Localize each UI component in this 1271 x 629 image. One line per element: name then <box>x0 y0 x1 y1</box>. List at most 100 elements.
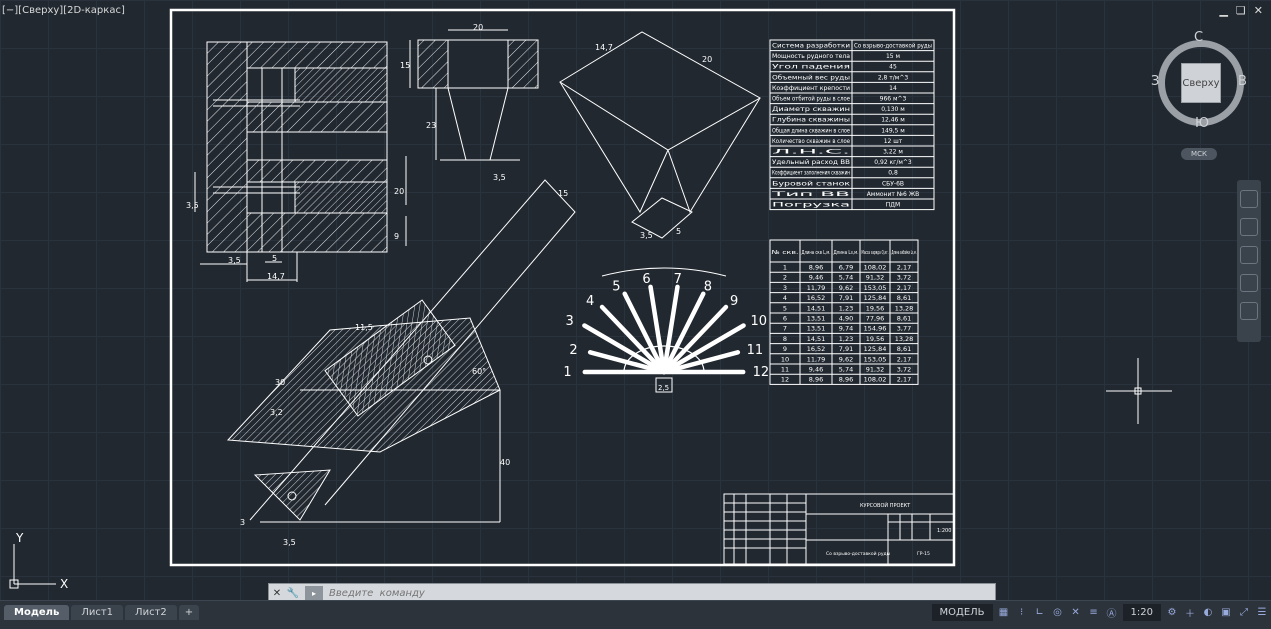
viewcube[interactable]: Сверху С Ю З В <box>1148 30 1252 134</box>
plus-icon[interactable]: ＋ <box>1183 606 1197 620</box>
wells-cell: 7 <box>783 325 787 333</box>
wells-cell: 8,61 <box>897 345 911 353</box>
wells-cell: 2,17 <box>897 284 911 292</box>
showmotion-icon[interactable] <box>1240 302 1258 320</box>
wells-cell: 5,74 <box>839 274 853 282</box>
dim-label: 3,5 <box>493 173 506 182</box>
wells-cell: 3,72 <box>897 366 911 374</box>
title-scale: 1:200 <box>937 528 951 534</box>
title-project: КУРСОВОЙ ПРОЕКТ <box>860 502 911 509</box>
pan-icon[interactable] <box>1240 218 1258 236</box>
isolate-icon[interactable]: ◐ <box>1201 606 1215 620</box>
add-layout-icon[interactable]: + <box>178 605 200 620</box>
compass-south[interactable]: Ю <box>1195 116 1209 131</box>
dim-label: 5 <box>272 254 277 263</box>
wells-cell: 125,84 <box>864 294 887 302</box>
wells-cell: 3,72 <box>897 274 911 282</box>
wells-cell: 13,28 <box>895 304 914 312</box>
lineweight-icon[interactable]: ≡ <box>1087 606 1101 620</box>
dim-label: 60° <box>472 367 486 376</box>
tab-sheet1[interactable]: Лист1 <box>71 605 124 620</box>
annotation-scale[interactable]: 1:20 <box>1122 604 1161 621</box>
param-value: 3,22 м <box>883 149 903 156</box>
param-value: 149,5 м <box>881 127 905 134</box>
wells-cell: 1,23 <box>839 335 853 343</box>
param-value: 2,8 т/м^3 <box>878 74 909 81</box>
grid-icon[interactable]: ▦ <box>997 606 1011 620</box>
gear-icon[interactable]: ⚙ <box>1165 606 1179 620</box>
compass-east[interactable]: В <box>1238 74 1247 89</box>
param-value: 0,130 м <box>881 106 905 113</box>
blasthole-number: 5 <box>612 279 620 294</box>
wells-cell: 14,51 <box>807 335 826 343</box>
title-description: Со взрыво-доставкой руды <box>826 550 891 557</box>
param-value: 12,46 м <box>881 117 905 124</box>
wells-cell: 1 <box>783 264 787 272</box>
dim-label: 3,5 <box>228 256 241 265</box>
wells-cell: 16,52 <box>807 294 826 302</box>
status-bar: Модель Лист1 Лист2 + МОДЕЛЬ ▦ ⁝ ∟ ◎ ✕ ≡ … <box>0 600 1271 629</box>
blasthole-number: 12 <box>753 365 770 380</box>
annotation-icon[interactable]: Ⓐ <box>1105 606 1119 620</box>
title-group: ГР-15 <box>917 551 930 557</box>
wells-cell: 11,79 <box>807 284 826 292</box>
polar-icon[interactable]: ◎ <box>1051 606 1065 620</box>
dim-label: 40 <box>500 458 510 467</box>
dim-label: 3 <box>240 518 245 527</box>
viewcube-face-top[interactable]: Сверху <box>1181 63 1221 103</box>
wells-cell: 13,28 <box>895 335 914 343</box>
layout-tabs: Модель Лист1 Лист2 + <box>4 605 200 620</box>
param-value: 45 <box>889 64 897 71</box>
snap-icon[interactable]: ⁝ <box>1015 606 1029 620</box>
command-settings-icon[interactable]: 🔧 <box>285 585 301 601</box>
command-input[interactable] <box>327 586 931 600</box>
wells-cell: 6 <box>783 315 787 323</box>
param-value: Аммонит №6 ЖВ <box>867 191 920 198</box>
wells-cell: 9,74 <box>839 325 853 333</box>
wells-cell: 2 <box>783 274 787 282</box>
navigation-bar <box>1237 180 1261 342</box>
wells-cell: 9,46 <box>809 274 823 282</box>
dim-label: 23 <box>426 121 436 130</box>
command-prompt-icon[interactable]: ▸ <box>305 586 323 600</box>
ortho-icon[interactable]: ∟ <box>1033 606 1047 620</box>
dim-label: 20 <box>394 187 404 196</box>
ucs-menu-button[interactable]: МСК <box>1181 148 1217 160</box>
param-value: 966 м^3 <box>880 96 907 103</box>
param-name: Объемный вес руды <box>772 74 850 81</box>
dim-label: 3,5 <box>283 538 296 547</box>
osnap-icon[interactable]: ✕ <box>1069 606 1083 620</box>
blasthole-number: 4 <box>586 294 594 309</box>
tab-model[interactable]: Модель <box>4 605 70 620</box>
fullscreen-icon[interactable]: ⤢ <box>1237 606 1251 620</box>
param-value: 0,8 <box>888 170 898 177</box>
plan-view: 20 9 3,5 3,5 5 14,7 <box>186 41 407 282</box>
dim-label: 3,2 <box>270 408 283 417</box>
dim-label: 14,7 <box>267 272 285 281</box>
ucs-x-label: X <box>60 577 68 590</box>
wells-cell: 9,62 <box>839 284 853 292</box>
wells-cell: 4 <box>783 294 787 302</box>
wells-cell: 2,17 <box>897 376 911 384</box>
wells-cell: 19,56 <box>866 304 885 312</box>
model-space-toggle[interactable]: МОДЕЛЬ <box>931 604 993 621</box>
wells-cell: 91,32 <box>866 366 885 374</box>
param-name: Общая длина скважин в слое <box>772 127 850 134</box>
customize-icon[interactable]: ☰ <box>1255 606 1269 620</box>
orbit-icon[interactable] <box>1240 274 1258 292</box>
compass-west[interactable]: З <box>1151 74 1159 89</box>
param-value: 15 м <box>886 53 900 60</box>
command-close-icon[interactable]: ✕ <box>269 585 285 601</box>
drawing-canvas[interactable]: 20 9 3,5 3,5 5 14,7 20 1 5 23 3,5 14,7 2 0… <box>0 0 1271 600</box>
param-name: Система разработки <box>772 43 850 50</box>
zoom-icon[interactable] <box>1240 246 1258 264</box>
dim-label: 2,5 <box>658 384 669 392</box>
wells-cell: 19,56 <box>866 335 885 343</box>
wells-cell: 6,79 <box>839 264 853 272</box>
tab-sheet2[interactable]: Лист2 <box>125 605 177 620</box>
steering-wheel-icon[interactable] <box>1240 190 1258 208</box>
blasthole-fan: 123456 7891011122,5 <box>563 267 770 393</box>
ucs-icon: Y X <box>8 530 78 594</box>
hardware-accel-icon[interactable]: ▣ <box>1219 606 1233 620</box>
compass-north[interactable]: С <box>1194 30 1203 45</box>
